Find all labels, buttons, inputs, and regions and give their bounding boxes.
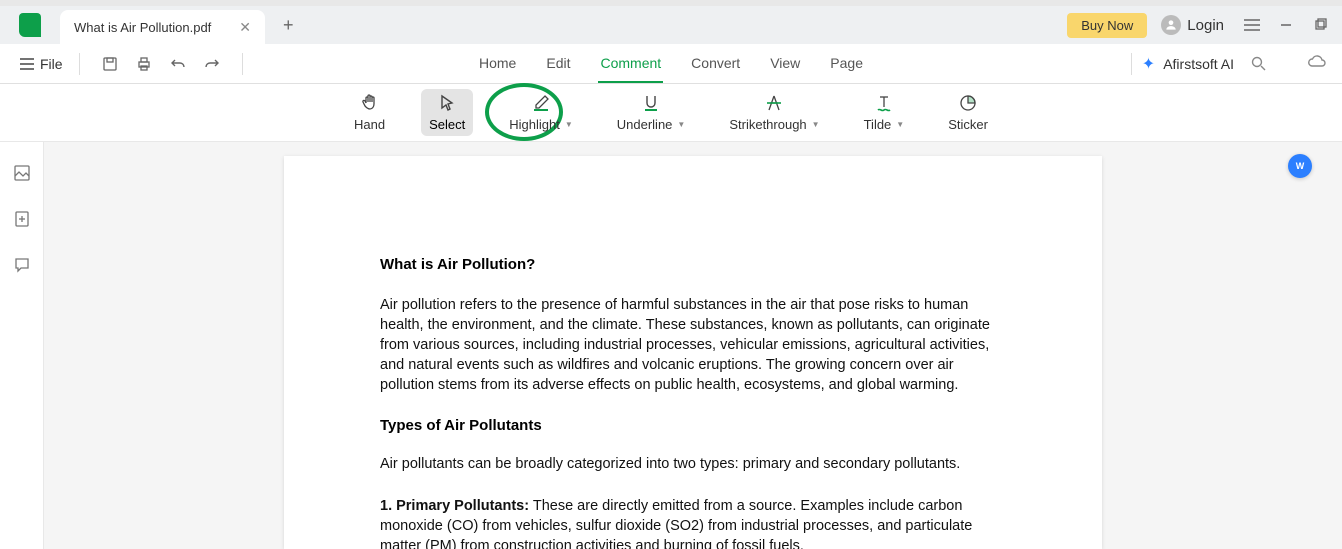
separator bbox=[242, 53, 243, 75]
titlebar: What is Air Pollution.pdf ✕ + Buy Now Lo… bbox=[0, 6, 1342, 44]
hand-icon bbox=[359, 93, 381, 113]
file-label: File bbox=[40, 56, 63, 72]
buy-now-button[interactable]: Buy Now bbox=[1067, 13, 1147, 38]
hamburger-menu-icon[interactable] bbox=[1238, 11, 1266, 39]
chevron-down-icon: ▼ bbox=[565, 120, 573, 129]
close-tab-icon[interactable]: ✕ bbox=[239, 19, 251, 36]
print-icon[interactable] bbox=[130, 50, 158, 78]
menubar: File Home Edit Comment Convert View Page… bbox=[0, 44, 1342, 84]
tab-home[interactable]: Home bbox=[477, 45, 518, 83]
tab-convert[interactable]: Convert bbox=[689, 45, 742, 83]
ai-assistant-button[interactable]: ✦ Afirstsoft AI bbox=[1142, 54, 1234, 74]
word-export-badge[interactable]: W bbox=[1288, 154, 1312, 178]
select-tool[interactable]: Select bbox=[421, 89, 473, 136]
app-logo[interactable] bbox=[0, 13, 60, 37]
tab-edit[interactable]: Edit bbox=[544, 45, 572, 83]
ai-label: Afirstsoft AI bbox=[1163, 56, 1234, 72]
hand-tool[interactable]: Hand bbox=[346, 89, 393, 136]
hand-label: Hand bbox=[354, 117, 385, 132]
comments-icon[interactable] bbox=[11, 254, 33, 276]
doc-heading-1: What is Air Pollution? bbox=[380, 256, 1006, 273]
underline-icon bbox=[640, 93, 662, 113]
tab-page[interactable]: Page bbox=[828, 45, 865, 83]
sticker-icon bbox=[957, 93, 979, 113]
thumbnails-icon[interactable] bbox=[11, 162, 33, 184]
sparkle-icon: ✦ bbox=[1142, 54, 1155, 74]
tab-comment[interactable]: Comment bbox=[598, 45, 663, 83]
login-label: Login bbox=[1187, 17, 1224, 34]
cursor-icon bbox=[436, 93, 458, 113]
separator bbox=[1131, 53, 1132, 75]
strikethrough-icon bbox=[763, 93, 785, 113]
document-canvas[interactable]: What is Air Pollution? Air pollution ref… bbox=[44, 142, 1342, 549]
doc-heading-2: Types of Air Pollutants bbox=[380, 417, 1006, 434]
tab-title: What is Air Pollution.pdf bbox=[74, 20, 211, 35]
doc-paragraph-1: Air pollution refers to the presence of … bbox=[380, 295, 1006, 395]
underline-tool[interactable]: Underline▼ bbox=[609, 89, 694, 136]
separator bbox=[79, 53, 80, 75]
pdf-page: What is Air Pollution? Air pollution ref… bbox=[284, 156, 1102, 549]
tilde-tool[interactable]: Tilde▼ bbox=[856, 89, 913, 136]
sticker-label: Sticker bbox=[948, 117, 988, 132]
cloud-icon[interactable] bbox=[1306, 54, 1326, 73]
search-icon[interactable] bbox=[1244, 50, 1272, 78]
underline-label: Underline▼ bbox=[617, 117, 686, 132]
left-sidebar bbox=[0, 142, 44, 549]
user-icon bbox=[1161, 15, 1181, 35]
doc-paragraph-2: Air pollutants can be broadly categorize… bbox=[380, 454, 1006, 474]
bookmarks-icon[interactable] bbox=[11, 208, 33, 230]
highlight-tool[interactable]: Highlight▼ bbox=[501, 89, 581, 136]
select-label: Select bbox=[429, 117, 465, 132]
sticker-tool[interactable]: Sticker bbox=[940, 89, 996, 136]
workspace: What is Air Pollution? Air pollution ref… bbox=[0, 142, 1342, 549]
comment-toolbar: Hand Select Highlight▼ Underline▼ Strike… bbox=[0, 84, 1342, 142]
undo-icon[interactable] bbox=[164, 50, 192, 78]
strikethrough-label: Strikethrough▼ bbox=[729, 117, 819, 132]
redo-icon[interactable] bbox=[198, 50, 226, 78]
restore-icon[interactable] bbox=[1306, 11, 1334, 39]
marker-icon bbox=[530, 93, 552, 113]
tab-view[interactable]: View bbox=[768, 45, 802, 83]
strikethrough-tool[interactable]: Strikethrough▼ bbox=[721, 89, 827, 136]
document-tab[interactable]: What is Air Pollution.pdf ✕ bbox=[60, 10, 265, 44]
doc-paragraph-3: 1. Primary Pollutants: These are directl… bbox=[380, 496, 1006, 549]
highlight-label: Highlight▼ bbox=[509, 117, 573, 132]
main-tabs: Home Edit Comment Convert View Page bbox=[477, 45, 865, 83]
minimize-icon[interactable] bbox=[1272, 11, 1300, 39]
chevron-down-icon: ▼ bbox=[896, 120, 904, 129]
chevron-down-icon: ▼ bbox=[812, 120, 820, 129]
save-icon[interactable] bbox=[96, 50, 124, 78]
chevron-down-icon: ▼ bbox=[677, 120, 685, 129]
tilde-label: Tilde▼ bbox=[864, 117, 905, 132]
tilde-icon bbox=[873, 93, 895, 113]
login-button[interactable]: Login bbox=[1153, 11, 1232, 39]
new-tab-button[interactable]: + bbox=[283, 15, 294, 36]
file-menu[interactable]: File bbox=[20, 56, 63, 72]
